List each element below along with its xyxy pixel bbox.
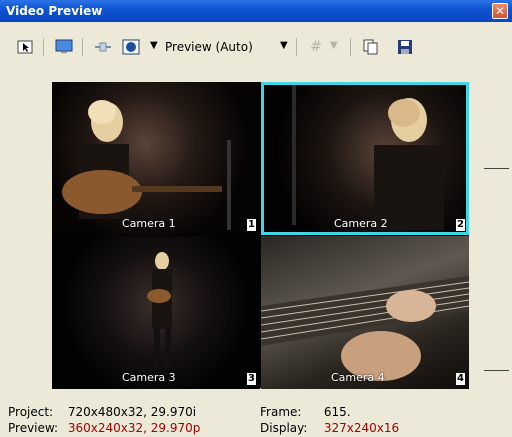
save-snapshot-button[interactable] bbox=[396, 38, 414, 56]
monitor-button[interactable] bbox=[55, 38, 73, 56]
camera-4-label: Camera 4 bbox=[331, 371, 385, 384]
split-screen-button[interactable] bbox=[94, 38, 112, 56]
overlays-dropdown-arrow[interactable]: ▼ bbox=[150, 40, 158, 51]
camera-2-label: Camera 2 bbox=[334, 217, 388, 230]
frame-value: 615. bbox=[323, 405, 351, 419]
toolbar-separator bbox=[296, 38, 297, 56]
project-key: Project: bbox=[8, 405, 54, 419]
project-value: 720x480x32, 29.970i bbox=[67, 405, 197, 419]
camera-cell-3[interactable]: Camera 3 3 bbox=[52, 236, 260, 389]
frame-row: Frame: 615. bbox=[260, 405, 351, 419]
split-screen-icon bbox=[95, 42, 111, 52]
camera-4-frame bbox=[261, 276, 469, 381]
overlays-button[interactable] bbox=[122, 38, 140, 56]
overlays-icon bbox=[122, 39, 140, 55]
camera-3-number: 3 bbox=[247, 373, 256, 385]
multicamera-grid: Camera 1 1 Camera 2 2 Camera 3 3 Camera … bbox=[52, 82, 469, 389]
title-bar: Video Preview ✕ bbox=[0, 0, 512, 22]
status-panel: Project: 720x480x32, 29.970i Preview: 36… bbox=[0, 403, 512, 437]
preview-key: Preview: bbox=[8, 421, 59, 435]
trim-marker-bottom bbox=[484, 370, 509, 371]
camera-1-number: 1 bbox=[247, 219, 256, 231]
grid-button[interactable]: # bbox=[307, 38, 325, 56]
preview-quality-dropdown-arrow[interactable]: ▼ bbox=[280, 40, 288, 51]
camera-cell-4[interactable]: Camera 4 4 bbox=[261, 236, 469, 389]
grid-dropdown-arrow[interactable]: ▼ bbox=[330, 40, 338, 51]
grid-icon: # bbox=[310, 39, 322, 55]
frame-key: Frame: bbox=[260, 405, 302, 419]
select-cursor-icon bbox=[17, 40, 33, 54]
project-row: Project: 720x480x32, 29.970i bbox=[8, 405, 196, 419]
camera-cell-2[interactable]: Camera 2 2 bbox=[261, 82, 469, 235]
camera-3-label: Camera 3 bbox=[122, 371, 176, 384]
toolbar-separator bbox=[43, 38, 44, 56]
copy-snapshot-button[interactable] bbox=[362, 38, 380, 56]
camera-1-frame bbox=[62, 100, 231, 230]
trim-marker-top bbox=[484, 168, 509, 169]
camera-4-number: 4 bbox=[456, 373, 465, 385]
copy-icon bbox=[363, 39, 378, 55]
external-monitor-button[interactable] bbox=[16, 38, 34, 56]
camera-2-number: 2 bbox=[456, 219, 465, 231]
camera-2-frame bbox=[292, 85, 444, 230]
toolbar-separator bbox=[82, 38, 83, 56]
window-title: Video Preview bbox=[6, 4, 103, 18]
preview-quality-dropdown[interactable]: Preview (Auto) bbox=[165, 40, 253, 54]
preview-row: Preview: 360x240x32, 29.970p bbox=[8, 421, 200, 435]
close-icon: ✕ bbox=[494, 4, 506, 18]
preview-value: 360x240x32, 29.970p bbox=[67, 421, 201, 435]
toolbar-separator bbox=[350, 38, 351, 56]
monitor-icon bbox=[55, 39, 73, 53]
preview-area: Camera 1 1 Camera 2 2 Camera 3 3 Camera … bbox=[0, 78, 512, 403]
display-value: 327x240x16 bbox=[323, 421, 400, 435]
display-row: Display: 327x240x16 bbox=[260, 421, 399, 435]
camera-1-label: Camera 1 bbox=[122, 217, 176, 230]
camera-cell-1[interactable]: Camera 1 1 bbox=[52, 82, 260, 235]
close-button[interactable]: ✕ bbox=[492, 3, 508, 19]
save-icon bbox=[398, 40, 412, 54]
display-key: Display: bbox=[260, 421, 308, 435]
toolbar: ▼ Preview (Auto) ▼ # ▼ bbox=[0, 22, 512, 78]
camera-3-frame bbox=[147, 252, 172, 368]
